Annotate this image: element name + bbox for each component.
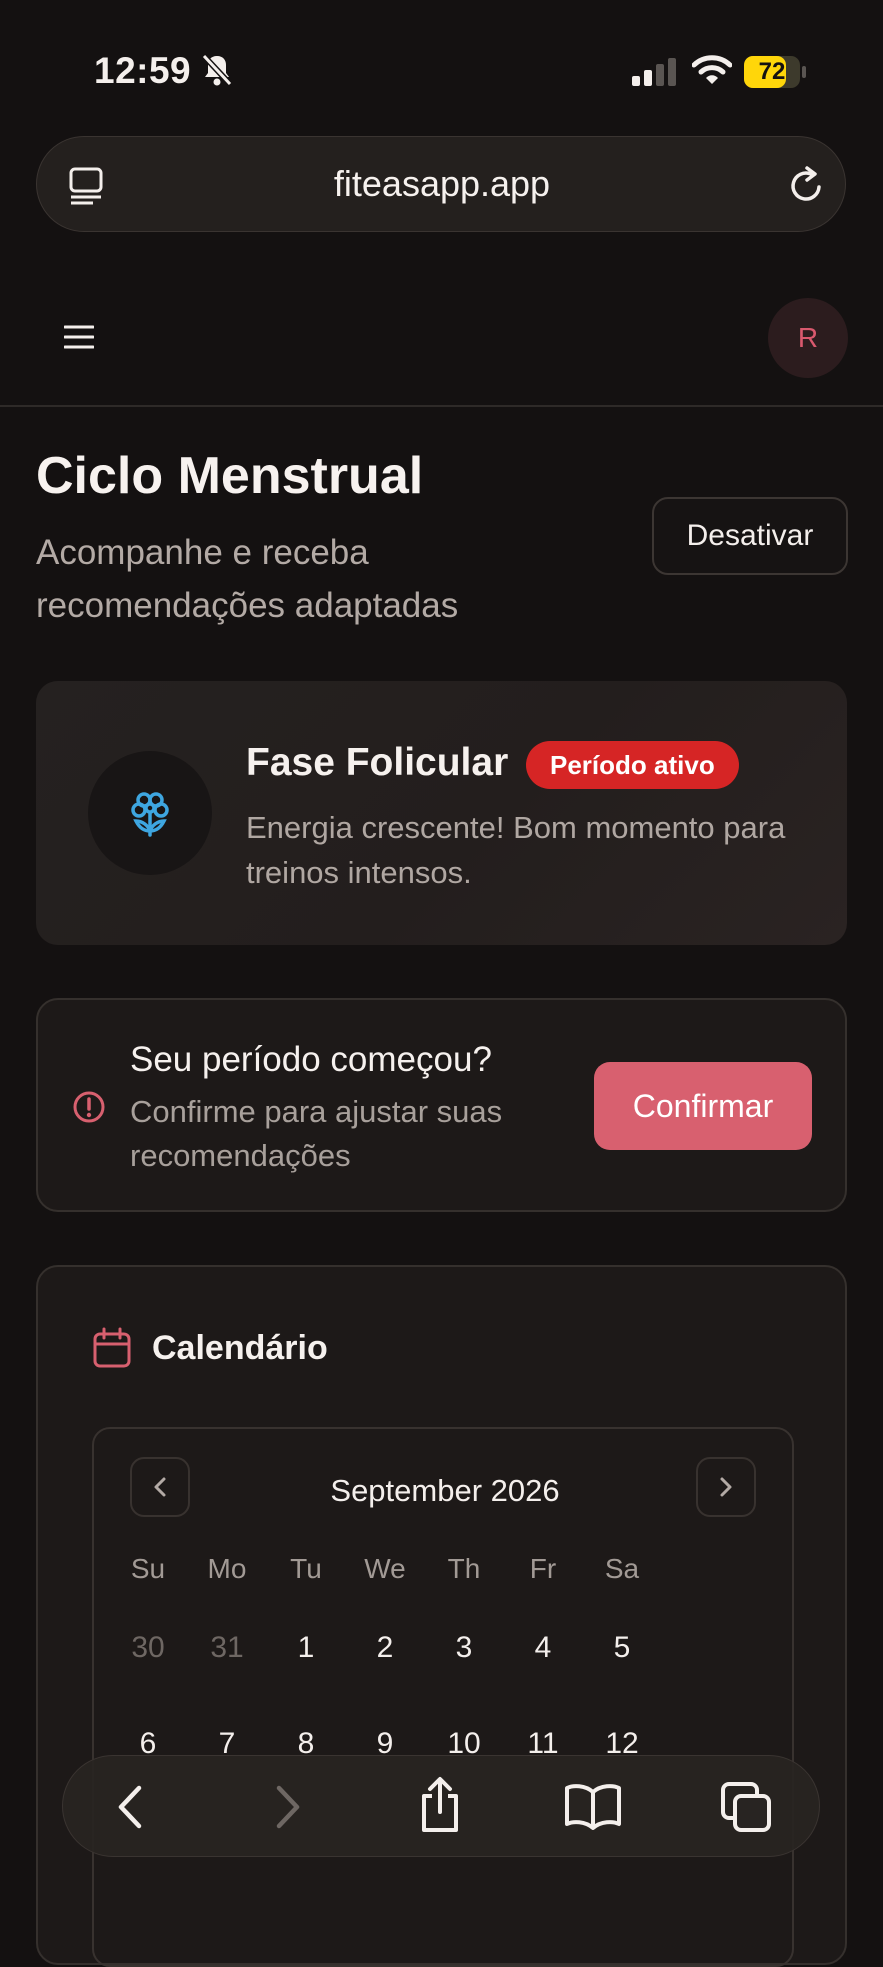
calendar-title: Calendário — [152, 1329, 328, 1367]
hamburger-menu-icon[interactable] — [64, 324, 94, 350]
status-time: 12:59 — [94, 50, 192, 91]
calendar-day[interactable]: 4 — [513, 1631, 573, 1665]
battery-indicator: 72 — [744, 56, 806, 88]
phase-card: Fase Folicular Período ativo Energia cre… — [36, 681, 847, 945]
period-description: Confirme para ajustar suas recomendações — [130, 1094, 503, 1173]
phase-description: Energia crescente! Bom momento para trei… — [246, 810, 786, 890]
month-label: September 2026 — [330, 1473, 560, 1508]
forward-icon[interactable] — [267, 1780, 307, 1834]
weekday-label: Th — [447, 1553, 481, 1584]
wifi-icon — [692, 55, 732, 84]
url-text[interactable]: fiteasapp.app — [37, 137, 847, 233]
next-month-button[interactable] — [696, 1457, 756, 1517]
share-icon[interactable] — [415, 1776, 465, 1834]
calendar-day[interactable]: 2 — [355, 1631, 415, 1665]
weekday-label: Mo — [207, 1553, 247, 1584]
phase-icon-container — [88, 751, 212, 875]
calendar-day[interactable]: 31 — [197, 1631, 257, 1665]
alert-circle-icon — [73, 1091, 105, 1123]
status-badge: Período ativo — [526, 741, 739, 789]
reload-icon[interactable] — [789, 165, 825, 205]
calendar-card: Calendário September 2026 Su Mo Tu We Th Fr Sa… — [36, 1265, 847, 1967]
weekday-label: We — [364, 1553, 406, 1584]
tabs-icon[interactable] — [719, 1780, 773, 1834]
calendar-day[interactable]: 3 — [434, 1631, 494, 1665]
address-bar[interactable]: fiteasapp.app — [36, 136, 846, 232]
cellular-signal-icon — [632, 58, 676, 86]
back-icon[interactable] — [111, 1780, 151, 1834]
disable-button[interactable]: Desativar — [652, 497, 848, 575]
calendar-day[interactable]: 1 — [276, 1631, 336, 1665]
page-subtitle: Acompanhe e receba recomendações adaptad… — [36, 533, 459, 625]
header-divider — [0, 405, 883, 407]
bookmarks-icon[interactable] — [563, 1782, 623, 1830]
period-confirm-card: Seu período começou? Confirme para ajust… — [36, 998, 847, 1212]
battery-level: 72 — [758, 58, 786, 85]
weekday-label: Fr — [529, 1553, 557, 1584]
weekday-label: Tu — [290, 1553, 322, 1584]
page-title: Ciclo Menstrual — [36, 447, 424, 505]
weekday-label: Su — [130, 1553, 166, 1584]
flower-icon — [131, 792, 169, 837]
calendar-day[interactable]: 30 — [118, 1631, 178, 1665]
weekday-label: Sa — [604, 1553, 640, 1584]
browser-toolbar — [62, 1755, 820, 1857]
calendar-day[interactable]: 5 — [592, 1631, 652, 1665]
user-avatar[interactable]: R — [768, 298, 848, 378]
confirm-button[interactable]: Confirmar — [594, 1062, 812, 1150]
month-view: September 2026 Su Mo Tu We Th Fr Sa 30 31 1 2 3 4 5 6… — [92, 1427, 794, 1967]
bell-slash-icon — [200, 52, 234, 88]
chevron-right-icon — [720, 1477, 732, 1497]
period-question: Seu período começou? — [130, 1040, 492, 1079]
calendar-icon — [93, 1327, 131, 1368]
phase-title: Fase Folicular — [246, 741, 509, 784]
